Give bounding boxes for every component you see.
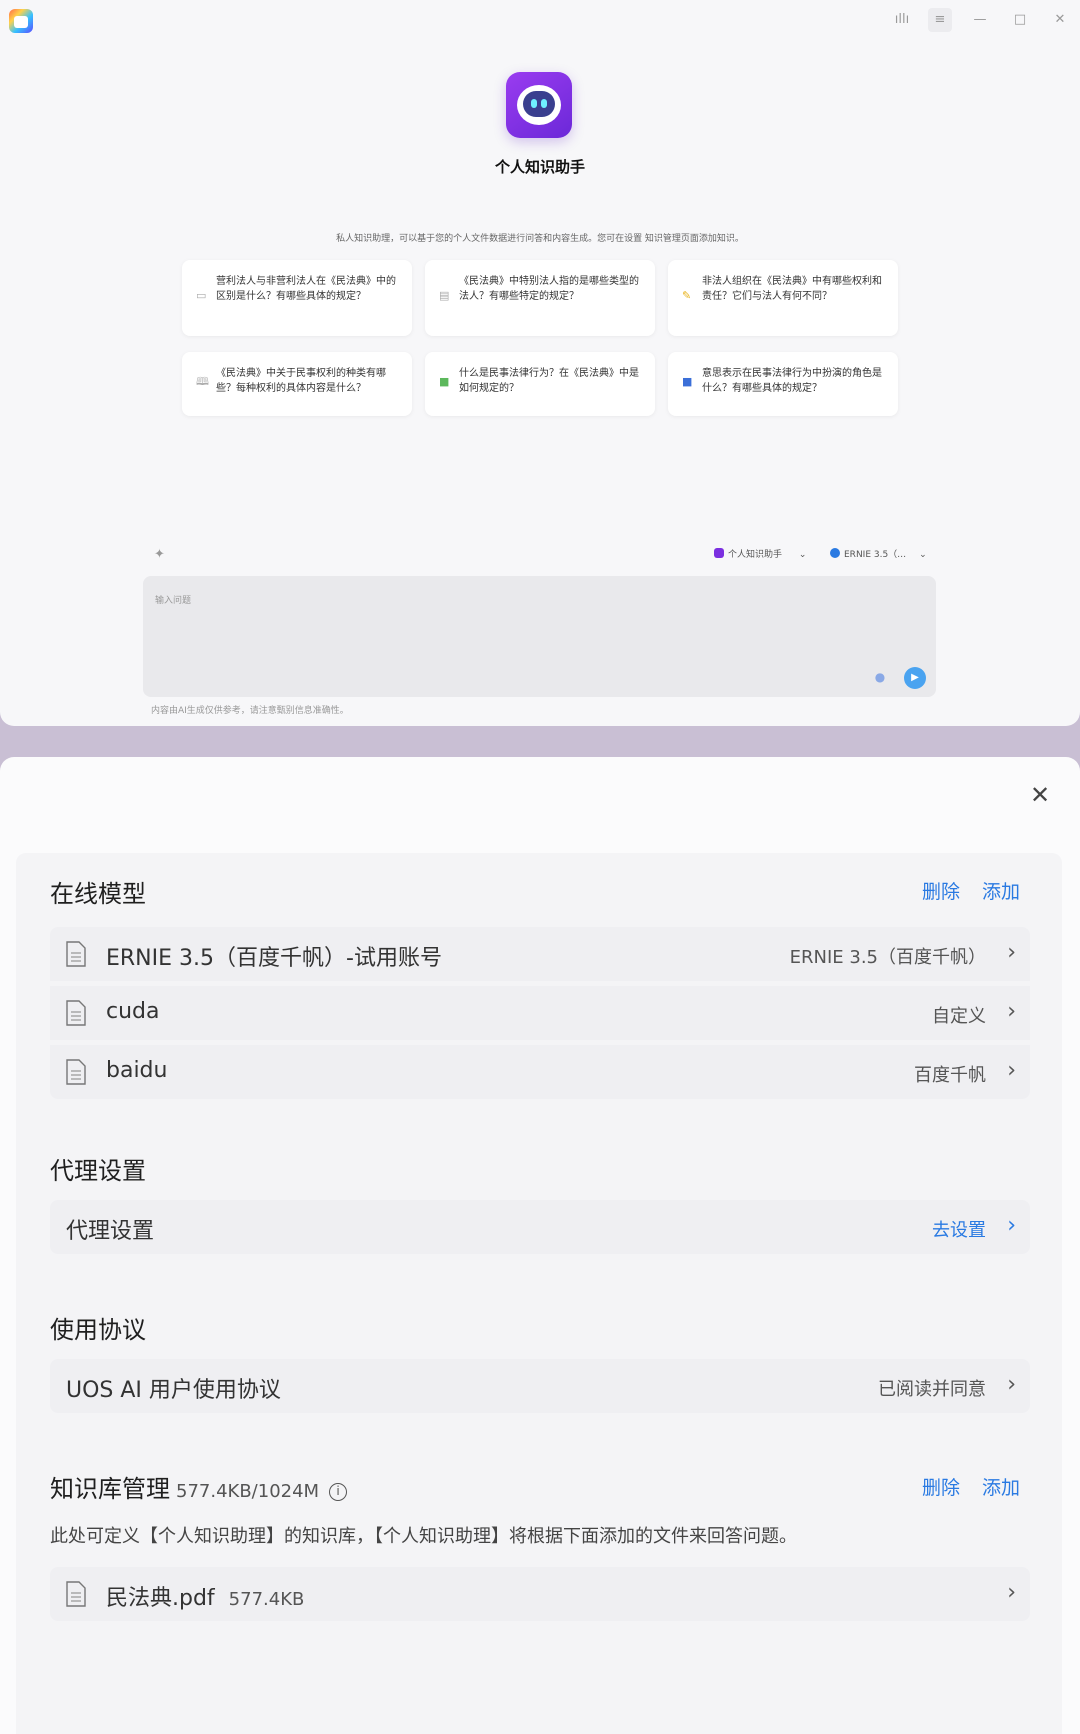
suggestion-text: 营利法人与非营利法人在《民法典》中的区别是什么？有哪些具体的规定？ (216, 276, 396, 302)
knowledge-base-title-text: 知识库管理 (50, 1475, 170, 1503)
clipboard-icon: ▤ (439, 289, 450, 302)
model-name: baidu (106, 1058, 168, 1083)
suggestion-text: 《民法典》中特别法人指的是哪些类型的法人？有哪些特定的规定？ (459, 276, 639, 302)
knowledge-base-actions: 删除 添加 (900, 1473, 1020, 1500)
knowledge-file-row[interactable]: 民法典.pdf 577.4KB › (50, 1567, 1030, 1621)
chevron-right-icon: › (1007, 1213, 1016, 1238)
pencil-icon: ✎ (682, 289, 692, 302)
model-name: cuda (106, 999, 160, 1024)
close-icon[interactable]: ✕ (1026, 781, 1054, 809)
model-selector-label: ERNIE 3.5（… (844, 550, 907, 560)
model-type: 百度千帆 (914, 1065, 986, 1086)
ai-disclaimer: 内容由AI生成仅供参考，请注意甄别信息准确性。 (151, 706, 349, 716)
chevron-down-icon: ⌄ (798, 550, 807, 560)
chevron-right-icon: › (1007, 940, 1016, 965)
info-icon[interactable]: i (329, 1483, 348, 1501)
delete-file-button[interactable]: 删除 (922, 1477, 960, 1499)
agreement-title: 使用协议 (50, 1316, 146, 1344)
file-icon (66, 941, 86, 967)
model-row[interactable]: cuda 自定义 › (50, 986, 1030, 1040)
chevron-right-icon: › (1007, 1580, 1016, 1605)
chevron-right-icon: › (1007, 1372, 1016, 1397)
suggestion-card[interactable]: ✎ 非法人组织在《民法典》中有哪些权利和责任？它们与法人有何不同？ (668, 260, 898, 336)
suggestion-text: 意思表示在民事法律行为中扮演的角色是什么？有哪些具体的规定？ (702, 368, 882, 394)
input-placeholder: 输入问题 (155, 596, 192, 606)
menu-icon[interactable]: ≡ (928, 8, 952, 32)
send-button[interactable]: ▶ (904, 667, 926, 689)
agreement-status: 已阅读并同意 (878, 1379, 986, 1400)
knowledge-base-usage: 577.4KB/1024M (176, 1481, 320, 1502)
chevron-right-icon: › (1007, 999, 1016, 1024)
add-file-button[interactable]: 添加 (982, 1477, 1020, 1499)
knowledge-file-name: 民法典.pdf (106, 1586, 215, 1611)
online-models-title: 在线模型 (50, 880, 146, 908)
agreement-row[interactable]: UOS AI 用户使用协议 已阅读并同意 › (50, 1359, 1030, 1413)
assistant-selector[interactable]: 个人知识助手 ⌄ (714, 546, 806, 564)
document-icon: ▭ (196, 289, 207, 302)
online-models-actions: 删除 添加 (900, 877, 1020, 904)
question-input[interactable]: 输入问题 ● ▶ (143, 576, 936, 697)
chevron-right-icon: › (1007, 1058, 1016, 1083)
proxy-go-settings-link[interactable]: 去设置 (932, 1216, 986, 1242)
model-row[interactable]: baidu 百度千帆 › (50, 1045, 1030, 1099)
model-row[interactable]: ERNIE 3.5（百度千帆）-试用账号 ERNIE 3.5（百度千帆） › (50, 927, 1030, 981)
file-icon (66, 1059, 86, 1085)
model-name: ERNIE 3.5（百度千帆）-试用账号 (106, 946, 442, 971)
model-type: 自定义 (932, 1006, 986, 1027)
knowledge-file-size: 577.4KB (228, 1589, 305, 1610)
suggestion-card[interactable]: ▭ 营利法人与非营利法人在《民法典》中的区别是什么？有哪些具体的规定？ (182, 260, 412, 336)
green-book-icon: ■ (439, 375, 450, 388)
settings-panel: ✕ 在线模型 删除 添加 ERNIE 3.5（百度千帆）-试用账号 ERNIE 3… (0, 757, 1080, 1734)
assistant-logo-icon (506, 72, 572, 138)
suggestion-card[interactable]: 🕮 《民法典》中关于民事权利的种类有哪些？每种权利的具体内容是什么？ (182, 352, 412, 416)
proxy-row[interactable]: 代理设置 去设置 › (50, 1200, 1030, 1254)
assistant-description: 私人知识助理，可以基于您的个人文件数据进行问答和内容生成。您可在设置 知识管理页… (336, 234, 744, 244)
selector-bar: 个人知识助手 ⌄ ERNIE 3.5（… ⌄ (714, 546, 934, 564)
file-icon (66, 1000, 86, 1026)
assistant-name: 个人知识助手 (494, 158, 585, 176)
suggestion-card[interactable]: ■ 什么是民事法律行为？在《民法典》中是如何规定的？ (425, 352, 655, 416)
agreement-label: UOS AI 用户使用协议 (66, 1378, 281, 1403)
suggestion-card[interactable]: ▤ 《民法典》中特别法人指的是哪些类型的法人？有哪些特定的规定？ (425, 260, 655, 336)
proxy-label: 代理设置 (66, 1219, 155, 1244)
model-mini-icon (830, 548, 840, 558)
close-window-icon[interactable]: ✕ (1048, 8, 1072, 32)
app-logo-icon (9, 9, 33, 33)
model-selector[interactable]: ERNIE 3.5（… ⌄ (830, 546, 927, 564)
assistant-selector-label: 个人知识助手 (728, 550, 783, 560)
suggestion-text: 《民法典》中关于民事权利的种类有哪些？每种权利的具体内容是什么？ (216, 368, 386, 394)
knowledge-base-title: 知识库管理 577.4KB/1024M i (50, 1469, 348, 1504)
knowledge-base-description: 此处可定义【个人知识助理】的知识库，【个人知识助理】将根据下面添加的文件来回答问… (50, 1526, 797, 1547)
clear-history-icon[interactable]: ✦ (154, 547, 170, 563)
maximize-icon[interactable]: □ (1008, 8, 1032, 32)
chevron-down-icon: ⌄ (919, 550, 927, 560)
blue-book-icon: ■ (682, 375, 693, 388)
main-window: ıllı ≡ — □ ✕ 个人知识助手 私人知识助理，可以基于您的个人文件数据进… (0, 0, 1080, 726)
add-model-button[interactable]: 添加 (982, 881, 1020, 903)
minimize-icon[interactable]: — (968, 8, 992, 32)
knowledge-file-entry: 民法典.pdf 577.4KB (106, 1580, 304, 1612)
suggestion-card[interactable]: ■ 意思表示在民事法律行为中扮演的角色是什么？有哪些具体的规定？ (668, 352, 898, 416)
voice-icon[interactable]: ıllı (890, 8, 914, 32)
suggestion-text: 什么是民事法律行为？在《民法典》中是如何规定的？ (459, 368, 639, 394)
model-type: ERNIE 3.5（百度千帆） (789, 947, 986, 968)
microphone-icon[interactable]: ● (872, 669, 888, 685)
suggestion-text: 非法人组织在《民法典》中有哪些权利和责任？它们与法人有何不同？ (702, 276, 882, 302)
file-icon (66, 1581, 86, 1607)
book-icon: 🕮 (196, 375, 209, 388)
assistant-mini-icon (714, 548, 724, 558)
delete-model-button[interactable]: 删除 (922, 881, 960, 903)
titlebar: ıllı ≡ — □ ✕ (0, 0, 1080, 40)
proxy-title: 代理设置 (50, 1157, 146, 1185)
